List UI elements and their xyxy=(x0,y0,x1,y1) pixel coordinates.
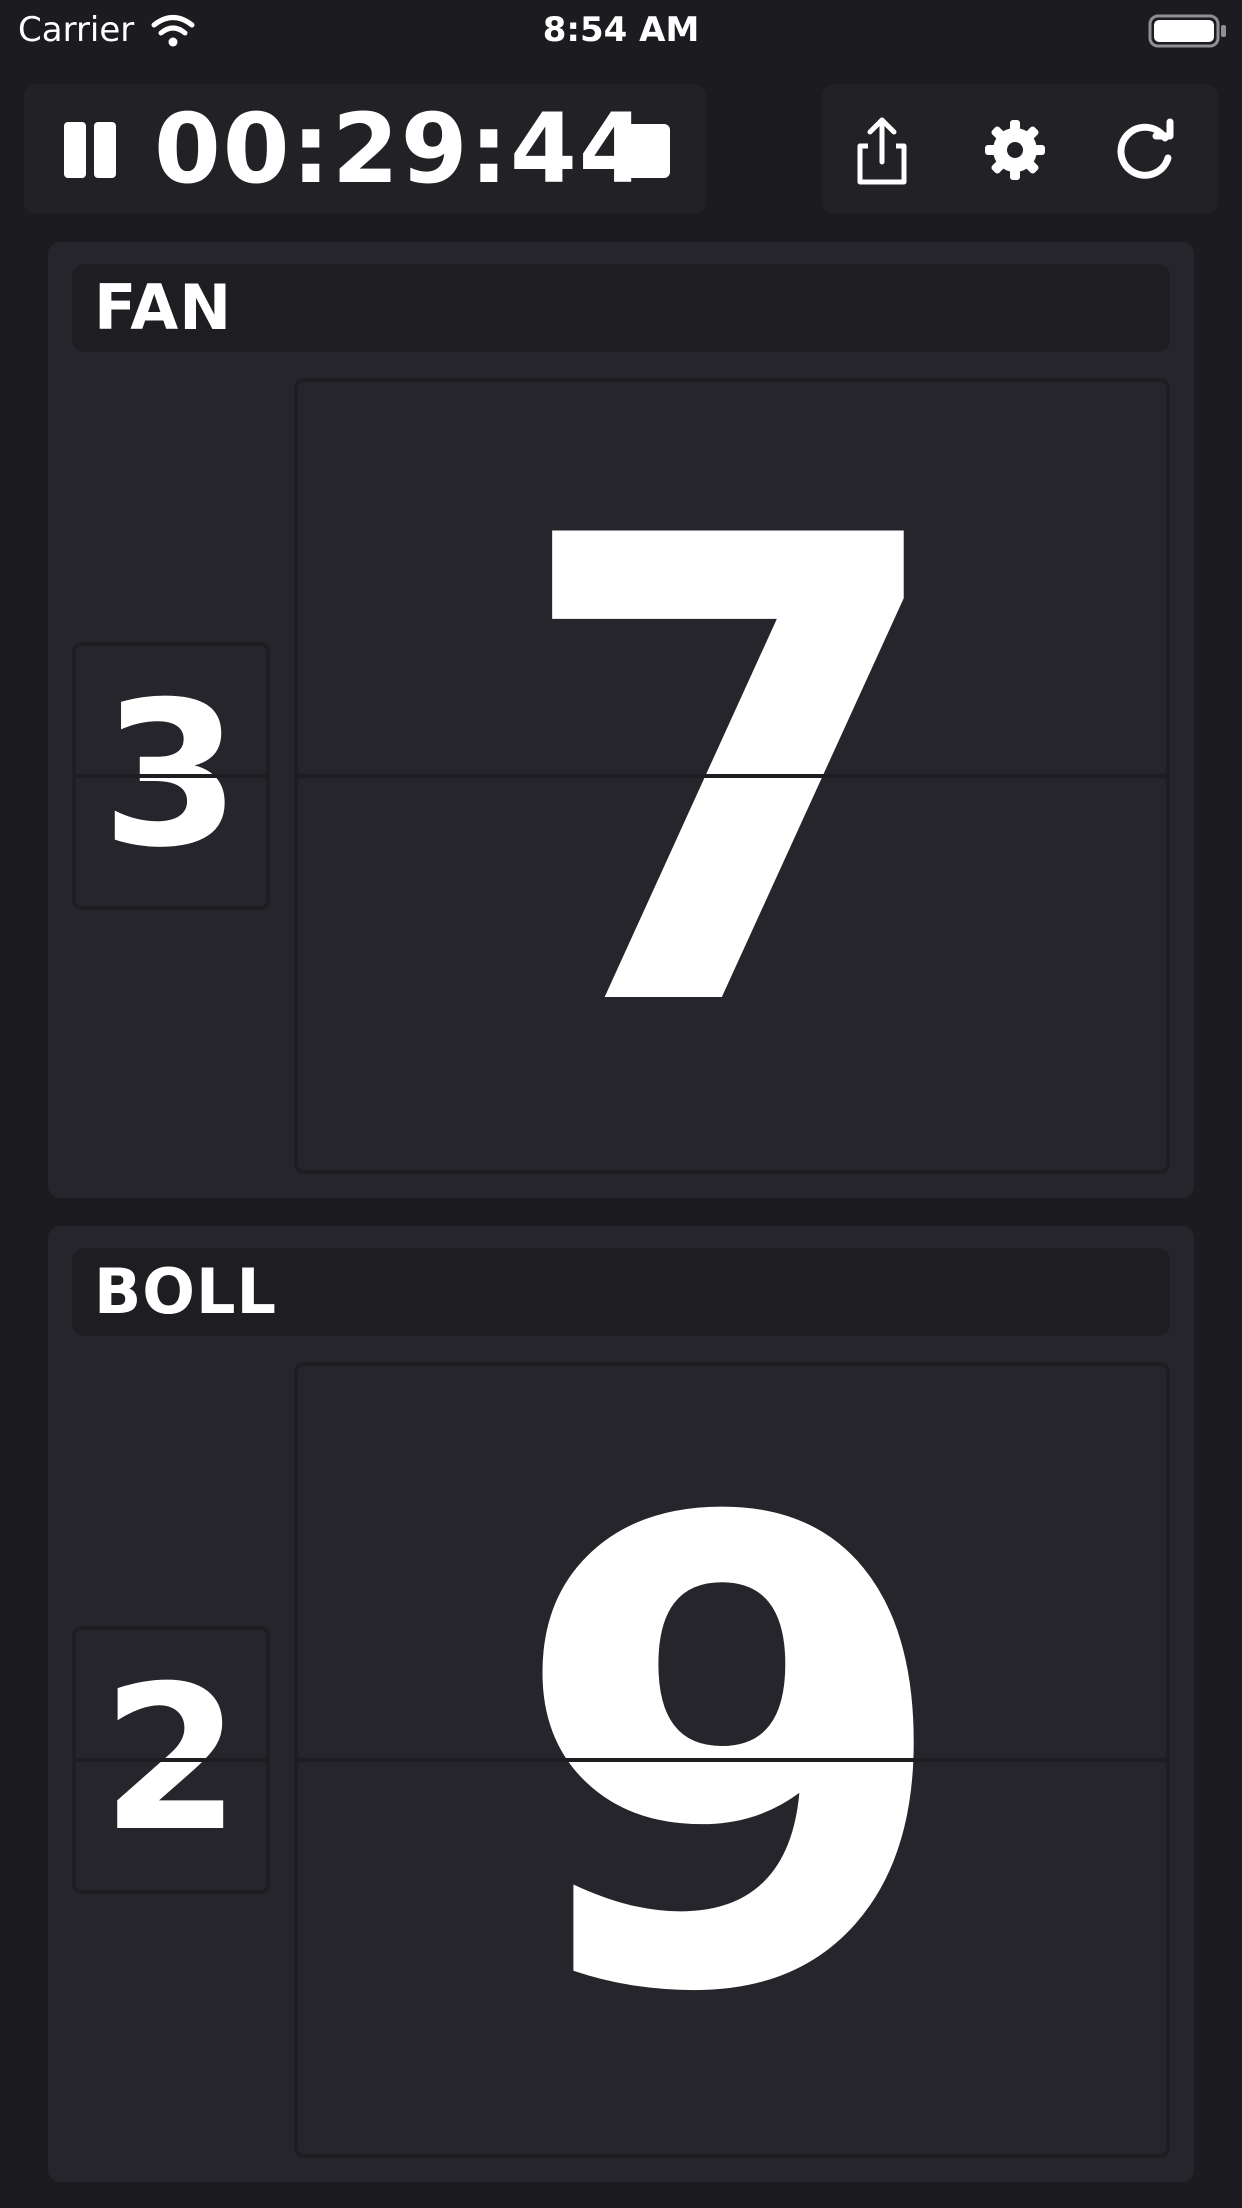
flip-divider xyxy=(298,1758,1166,1762)
team-name: FAN xyxy=(94,271,233,344)
score-counter[interactable]: 9 xyxy=(294,1362,1170,2158)
match-timer: 00:29:44 xyxy=(154,93,648,205)
status-time: 8:54 AM xyxy=(542,10,700,50)
gear-icon xyxy=(979,120,1051,190)
settings-button[interactable] xyxy=(979,114,1051,186)
actions-panel xyxy=(822,84,1218,214)
score-counter[interactable]: 7 xyxy=(294,378,1170,1174)
share-icon xyxy=(846,117,918,190)
team-card-1: FAN 3 7 xyxy=(48,242,1194,1198)
team-card-2: BOLL 2 9 xyxy=(48,1226,1194,2182)
stop-icon[interactable] xyxy=(616,124,670,178)
pause-icon[interactable] xyxy=(62,122,118,178)
sets-counter[interactable]: 2 xyxy=(72,1626,270,1894)
team-name-bar[interactable]: BOLL xyxy=(72,1248,1170,1336)
refresh-icon xyxy=(1110,118,1182,190)
flip-divider xyxy=(76,1758,266,1762)
flip-divider xyxy=(298,774,1166,778)
reset-button[interactable] xyxy=(1110,114,1182,186)
team-name-bar[interactable]: FAN xyxy=(72,264,1170,352)
sets-counter[interactable]: 3 xyxy=(72,642,270,910)
flip-divider xyxy=(76,774,266,778)
status-bar: Carrier 8:54 AM xyxy=(0,0,1242,62)
battery-full-icon xyxy=(1148,14,1228,48)
team-name: BOLL xyxy=(94,1255,277,1328)
timer-panel: 00:29:44 xyxy=(24,84,706,214)
share-button[interactable] xyxy=(846,114,918,186)
